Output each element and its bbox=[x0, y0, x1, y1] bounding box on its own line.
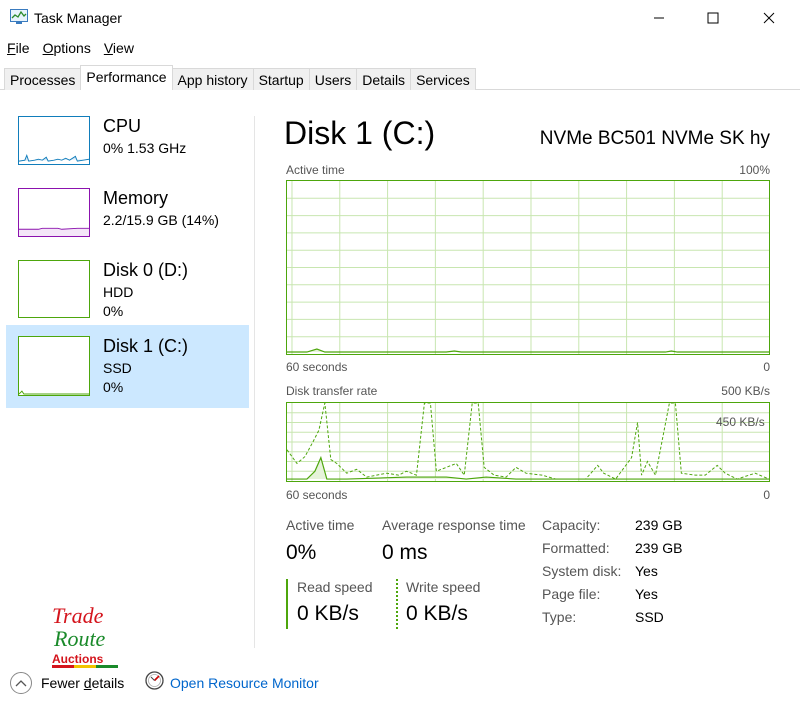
sidebar-item-detail: 2.2/15.9 GB (14%) bbox=[103, 212, 219, 228]
close-icon bbox=[763, 12, 775, 24]
transfer-rate-graph-max: 500 KB/s bbox=[721, 384, 770, 398]
sidebar-item-type: SSD bbox=[103, 360, 132, 376]
tab-users[interactable]: Users bbox=[308, 68, 358, 90]
page-file-value: Yes bbox=[635, 586, 658, 602]
menu-options[interactable]: Options bbox=[36, 38, 97, 60]
tab-performance[interactable]: Performance bbox=[80, 65, 173, 90]
sidebar-item-cpu[interactable]: CPU 0% 1.53 GHz bbox=[6, 106, 249, 178]
write-speed-indicator bbox=[396, 579, 398, 629]
panel-divider bbox=[254, 116, 255, 648]
fewer-details-button[interactable] bbox=[10, 672, 32, 694]
sidebar-item-disk-0[interactable]: Disk 0 (D:) HDD 0% bbox=[6, 250, 249, 325]
footer: Fewer details Open Resource Monitor bbox=[0, 668, 800, 698]
sidebar-item-title: Disk 0 (D:) bbox=[103, 260, 188, 280]
formatted-label: Formatted: bbox=[542, 540, 610, 556]
resource-list: CPU 0% 1.53 GHz Memory 2.2/15.9 GB (14%)… bbox=[6, 106, 249, 408]
tab-services[interactable]: Services bbox=[410, 68, 476, 90]
resource-monitor-icon bbox=[145, 671, 164, 690]
disk-title: Disk 1 (C:) bbox=[284, 115, 436, 151]
write-speed-label: Write speed bbox=[406, 579, 481, 595]
formatted-value: 239 GB bbox=[635, 540, 683, 556]
open-resource-monitor-link[interactable]: Open Resource Monitor bbox=[170, 675, 319, 691]
capacity-value: 239 GB bbox=[635, 517, 683, 533]
maximize-icon bbox=[707, 12, 719, 24]
task-manager-icon bbox=[10, 9, 28, 24]
transfer-rate-graph bbox=[286, 402, 770, 482]
close-button[interactable] bbox=[746, 0, 792, 36]
menu-file[interactable]: File bbox=[0, 38, 36, 60]
transfer-rate-graph-time: 60 seconds bbox=[286, 488, 348, 502]
tab-bar: Processes Performance App history Startu… bbox=[4, 65, 476, 90]
logo-line-3: Auctions bbox=[52, 652, 104, 666]
transfer-rate-graph-label: Disk transfer rate bbox=[286, 384, 378, 398]
type-value: SSD bbox=[635, 609, 664, 625]
disk-model: NVMe BC501 NVMe SK hy bbox=[539, 128, 770, 149]
disk-0-thumbnail-graph bbox=[18, 260, 90, 318]
read-speed-label: Read speed bbox=[297, 579, 373, 595]
sidebar-item-type: HDD bbox=[103, 284, 134, 300]
cpu-thumbnail-graph bbox=[18, 116, 90, 165]
tab-processes[interactable]: Processes bbox=[4, 68, 82, 90]
maximize-button[interactable] bbox=[690, 0, 736, 36]
tab-startup[interactable]: Startup bbox=[252, 68, 310, 90]
active-time-label: Active time bbox=[286, 517, 355, 533]
minimize-icon bbox=[654, 17, 664, 19]
memory-thumbnail-graph bbox=[18, 188, 90, 237]
logo-line-1: Trade bbox=[52, 603, 104, 628]
active-time-value: 0% bbox=[286, 541, 317, 564]
sidebar-item-title: CPU bbox=[103, 116, 142, 136]
read-speed-value: 0 KB/s bbox=[297, 602, 359, 625]
sidebar-item-memory[interactable]: Memory 2.2/15.9 GB (14%) bbox=[6, 178, 249, 250]
sidebar-item-detail: 0% 1.53 GHz bbox=[103, 140, 187, 156]
menu-bar: File Options View bbox=[0, 38, 140, 60]
sidebar-item-disk-1[interactable]: Disk 1 (C:) SSD 0% bbox=[6, 325, 249, 408]
sidebar-item-usage: 0% bbox=[103, 303, 124, 319]
fewer-details-link[interactable]: Fewer details bbox=[41, 675, 124, 691]
tab-app-history[interactable]: App history bbox=[171, 68, 254, 90]
system-disk-label: System disk: bbox=[542, 563, 622, 579]
response-time-label: Average response time bbox=[382, 517, 526, 533]
active-time-graph-time: 60 seconds bbox=[286, 360, 348, 374]
write-speed-value: 0 KB/s bbox=[406, 602, 468, 625]
active-time-graph bbox=[286, 180, 770, 355]
read-speed-indicator bbox=[286, 579, 288, 629]
active-time-graph-label: Active time bbox=[286, 163, 345, 177]
tab-details[interactable]: Details bbox=[356, 68, 412, 90]
logo-line-2: Route bbox=[53, 626, 106, 651]
disk-1-thumbnail-graph bbox=[18, 336, 90, 396]
trade-route-auctions-logo: Trade Route Auctions bbox=[52, 603, 118, 668]
transfer-rate-graph-min: 0 bbox=[763, 488, 770, 502]
title-bar: Task Manager bbox=[0, 0, 800, 36]
menu-view[interactable]: View bbox=[97, 38, 140, 60]
transfer-rate-graph-mid: 450 KB/s bbox=[716, 415, 765, 429]
chevron-up-icon bbox=[15, 680, 27, 687]
sidebar-item-title: Disk 1 (C:) bbox=[103, 336, 188, 356]
active-time-graph-min: 0 bbox=[763, 360, 770, 374]
capacity-label: Capacity: bbox=[542, 517, 601, 533]
minimize-button[interactable] bbox=[636, 0, 682, 36]
window-title: Task Manager bbox=[34, 10, 122, 26]
type-label: Type: bbox=[542, 609, 577, 625]
sidebar-item-title: Memory bbox=[103, 188, 169, 208]
active-time-graph-max: 100% bbox=[739, 163, 770, 177]
page-file-label: Page file: bbox=[542, 586, 601, 602]
response-time-value: 0 ms bbox=[382, 541, 428, 564]
sidebar-item-usage: 0% bbox=[103, 379, 124, 395]
system-disk-value: Yes bbox=[635, 563, 658, 579]
